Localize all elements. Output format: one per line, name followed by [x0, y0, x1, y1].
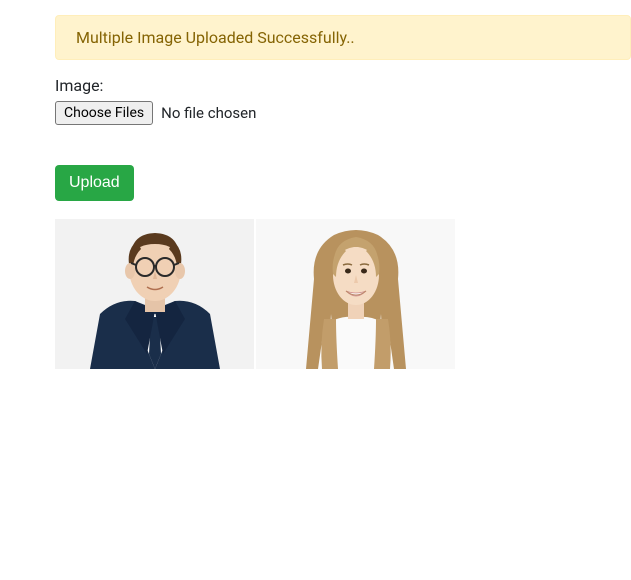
image-label: Image: [55, 76, 631, 95]
upload-button[interactable]: Upload [55, 165, 134, 201]
alert-message: Multiple Image Uploaded Successfully.. [76, 28, 355, 47]
uploaded-images-row [55, 219, 631, 369]
file-input-group: Choose Files No file chosen [55, 101, 631, 125]
file-status-text: No file chosen [161, 104, 256, 122]
choose-files-button[interactable]: Choose Files [55, 101, 153, 125]
success-alert: Multiple Image Uploaded Successfully.. [55, 15, 631, 60]
uploaded-image-2 [256, 219, 455, 369]
uploaded-image-1 [55, 219, 254, 369]
